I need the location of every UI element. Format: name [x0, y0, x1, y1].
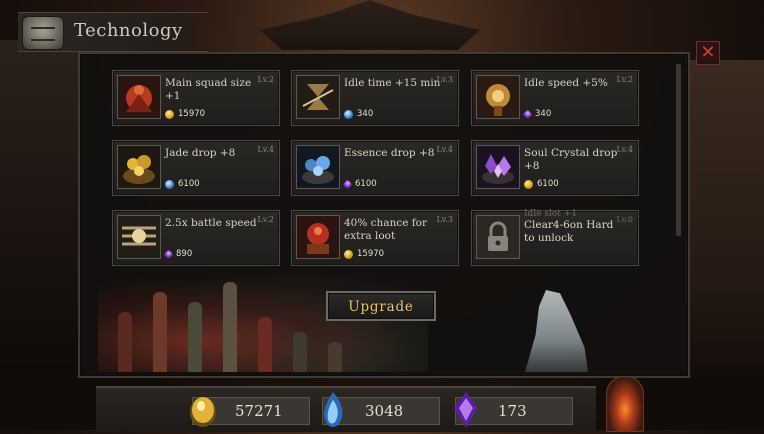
jade-pile-icon — [117, 145, 161, 189]
soul-crystal-icon — [450, 390, 482, 430]
soul-crystal-icon — [342, 179, 353, 189]
essence-flame-icon — [344, 109, 353, 119]
tech-card-essence-drop[interactable]: Essence drop +8 Lv.4 6100 — [291, 140, 459, 196]
close-button[interactable]: ✕ — [696, 41, 720, 65]
crowd-figure — [293, 332, 307, 372]
essence-flame-icon — [317, 390, 349, 430]
card-level: Lv.3 — [436, 75, 453, 84]
gold-coin-icon — [344, 249, 353, 259]
scrollbar[interactable] — [676, 64, 681, 236]
tech-card-idle-slot-locked[interactable]: Idle slot +1 Clear4-6on Hard to unlock L… — [471, 209, 639, 266]
tech-card-idle-speed[interactable]: Idle speed +5% Lv.2 340 — [471, 70, 639, 126]
cost-value: 890 — [176, 249, 193, 259]
extra-loot-icon — [296, 215, 340, 259]
card-cost: 340 — [522, 109, 552, 119]
card-cost: 340 — [344, 109, 373, 119]
page-title: Technology — [74, 20, 183, 41]
cost-value: 15970 — [357, 249, 385, 259]
card-cost: 15970 — [165, 109, 205, 119]
card-title: Jade drop +8 — [165, 147, 236, 159]
background-building-right — [686, 60, 764, 380]
card-level: Lv.2 — [257, 75, 274, 84]
card-title: 40% chance for extra loot — [344, 217, 428, 242]
battle-speed-icon — [117, 215, 161, 259]
resource-soul-crystal: 173 — [454, 392, 573, 428]
crowd-figure — [188, 302, 202, 372]
soul-crystal-amount: 173 — [498, 402, 527, 420]
cost-value: 340 — [535, 109, 552, 119]
card-level: Lv.0 — [616, 215, 633, 224]
card-level: Lv.3 — [436, 215, 453, 224]
soul-crystal-icon — [163, 249, 174, 259]
tech-card-idle-time[interactable]: Idle time +15 min Lv.3 340 — [291, 70, 459, 126]
card-title: Essence drop +8 — [344, 147, 435, 159]
tech-card-battle-speed[interactable]: 2.5x battle speed Lv.2 890 — [112, 210, 280, 266]
crowd-figure — [328, 342, 342, 372]
resource-essence: 3048 — [322, 392, 440, 427]
card-title: Idle speed +5% — [524, 77, 608, 89]
card-cost: 6100 — [165, 179, 200, 189]
cost-value: 340 — [357, 109, 374, 119]
speed-totem-icon — [476, 75, 520, 119]
cauldron-icon — [22, 16, 64, 50]
cost-value: 6100 — [537, 179, 559, 189]
header-banner: Technology — [18, 12, 208, 52]
cost-value: 15970 — [178, 109, 206, 119]
gold-coin-icon — [524, 179, 533, 189]
card-level: Lv.2 — [616, 75, 633, 84]
card-level: Lv.4 — [257, 145, 274, 154]
soul-crystal-pile-icon — [476, 145, 520, 189]
essence-pile-icon — [296, 145, 340, 189]
hourglass-icon — [296, 75, 340, 119]
card-level: Lv.4 — [616, 145, 633, 154]
card-cost: 15970 — [344, 249, 384, 259]
crowd-figure — [153, 292, 167, 372]
card-title: 2.5x battle speed — [165, 217, 257, 229]
tech-card-extra-loot[interactable]: 40% chance for extra loot Lv.3 15970 — [291, 210, 459, 266]
dungeon-gate-icon[interactable] — [606, 376, 644, 432]
gold-amount: 57271 — [235, 402, 283, 420]
tech-card-jade-drop[interactable]: Jade drop +8 Lv.4 6100 — [112, 140, 280, 196]
card-cost: 6100 — [342, 179, 377, 189]
crowd-figure — [223, 282, 237, 372]
background-building-left — [0, 40, 82, 370]
gold-coin-icon — [165, 109, 174, 119]
essence-flame-icon — [165, 179, 174, 189]
crowd-figure — [118, 312, 132, 372]
background-roof — [260, 0, 480, 50]
card-subtitle: Idle slot +1 — [524, 209, 578, 219]
cost-value: 6100 — [355, 179, 377, 189]
card-title: Idle time +15 min — [344, 77, 441, 89]
card-cost: 6100 — [524, 179, 559, 189]
crowd-figure — [258, 317, 272, 372]
tech-card-main-squad-size[interactable]: Main squad size +1 Lv.2 15970 — [112, 70, 280, 126]
card-level: Lv.2 — [257, 215, 274, 224]
soul-crystal-icon — [522, 109, 533, 119]
squad-icon — [117, 75, 161, 119]
card-title: Soul Crystal drop +8 — [524, 147, 618, 172]
cost-value: 6100 — [178, 179, 200, 189]
tech-card-soul-crystal-drop[interactable]: Soul Crystal drop +8 Lv.4 6100 — [471, 140, 639, 196]
card-level: Lv.4 — [436, 145, 453, 154]
card-cost: 890 — [163, 249, 193, 259]
upgrade-button[interactable]: Upgrade — [326, 291, 436, 321]
card-title: Main squad size +1 — [165, 77, 252, 102]
essence-amount: 3048 — [365, 402, 404, 420]
gold-coin-icon — [187, 390, 219, 430]
card-title: Clear4-6on Hard to unlock — [524, 219, 614, 244]
lock-icon — [476, 215, 520, 259]
resource-gold: 57271 — [190, 397, 310, 427]
